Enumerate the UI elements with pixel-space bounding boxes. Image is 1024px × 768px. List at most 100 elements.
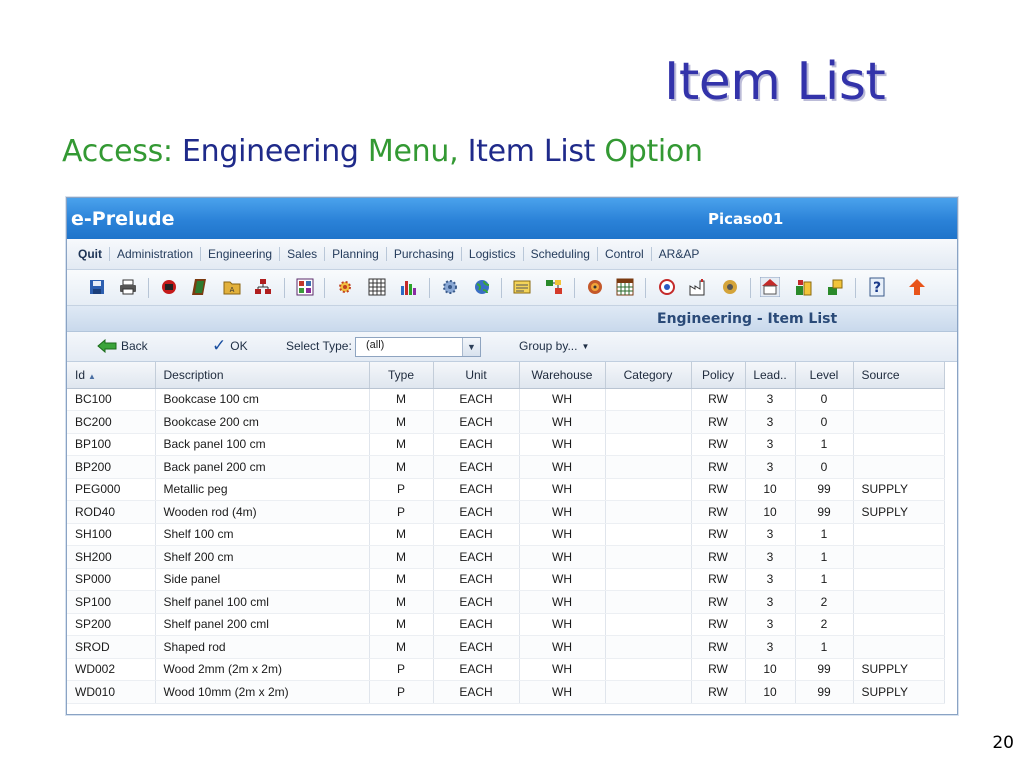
- help-icon[interactable]: ?: [867, 277, 887, 297]
- table-row[interactable]: WD010 Wood 10mm (2m x 2m) P EACH WH RW 10 99 SUP…: [67, 680, 945, 704]
- cell-description: Shelf 200 cm: [155, 545, 370, 569]
- save-icon[interactable]: [87, 277, 107, 297]
- cell-category: [605, 388, 692, 411]
- cell-source: [853, 433, 945, 456]
- page-number: 20: [992, 733, 1014, 753]
- cell-id: SH200: [67, 545, 156, 569]
- table-row[interactable]: SH200 Shelf 200 cm M EACH WH RW 3 1: [67, 545, 945, 569]
- column-header-source[interactable]: Source: [853, 362, 945, 389]
- factory-icon[interactable]: [688, 277, 708, 297]
- stack-icon[interactable]: [825, 277, 845, 297]
- table-row[interactable]: BC200 Bookcase 200 cm M EACH WH RW 3 0: [67, 410, 945, 434]
- cell-id: SP200: [67, 613, 156, 636]
- table-row[interactable]: BP200 Back panel 200 cm M EACH WH RW 3 0: [67, 455, 945, 479]
- cell-warehouse: WH: [519, 388, 606, 411]
- section-title: Engineering - Item List: [657, 311, 838, 327]
- menu-item-arap[interactable]: AR&AP: [652, 247, 707, 261]
- cell-lead: 3: [745, 388, 796, 411]
- cell-type: M: [369, 523, 434, 546]
- cell-type: M: [369, 388, 434, 411]
- hierarchy-icon[interactable]: [253, 277, 273, 297]
- table-row[interactable]: SP100 Shelf panel 100 cml M EACH WH RW 3 2: [67, 590, 945, 614]
- cell-description: Shaped rod: [155, 635, 370, 659]
- cell-type: M: [369, 613, 434, 636]
- cell-id: SROD: [67, 635, 156, 659]
- cell-type: M: [369, 433, 434, 456]
- blocks-icon[interactable]: [794, 277, 814, 297]
- table-row[interactable]: SH100 Shelf 100 cm M EACH WH RW 3 1: [67, 523, 945, 546]
- column-header-warehouse[interactable]: Warehouse: [519, 362, 606, 389]
- cell-source: [853, 590, 945, 614]
- cell-warehouse: WH: [519, 478, 606, 501]
- cell-unit: EACH: [433, 500, 520, 524]
- cell-category: [605, 658, 692, 681]
- menu-item-scheduling[interactable]: Scheduling: [524, 247, 598, 261]
- chevron-down-icon[interactable]: ▼: [462, 338, 480, 356]
- cell-warehouse: WH: [519, 410, 606, 434]
- cell-warehouse: WH: [519, 500, 606, 524]
- bar-chart-icon[interactable]: [398, 277, 418, 297]
- column-header-type[interactable]: Type: [369, 362, 434, 389]
- table-row[interactable]: SROD Shaped rod M EACH WH RW 3 1: [67, 635, 945, 659]
- menu-item-logistics[interactable]: Logistics: [462, 247, 524, 261]
- select-type-dropdown[interactable]: (all) ▼: [355, 337, 481, 357]
- group-by-button[interactable]: Group by... ▼: [519, 339, 589, 353]
- subtitle-menu-word: Menu,: [367, 134, 459, 169]
- cell-unit: EACH: [433, 680, 520, 704]
- disc-icon[interactable]: [585, 277, 605, 297]
- group-by-label: Group by...: [519, 339, 578, 353]
- upload-icon[interactable]: [907, 277, 927, 297]
- column-header-category[interactable]: Category: [605, 362, 692, 389]
- table-row[interactable]: SP000 Side panel M EACH WH RW 3 1: [67, 568, 945, 591]
- matrix-icon[interactable]: [295, 277, 315, 297]
- gear-icon[interactable]: [335, 277, 355, 297]
- cell-policy: RW: [691, 523, 746, 546]
- cell-source: [853, 613, 945, 636]
- folder-icon[interactable]: A: [222, 277, 242, 297]
- column-header-policy[interactable]: Policy: [691, 362, 746, 389]
- ok-button[interactable]: ✓ OK: [212, 336, 248, 356]
- cell-lead: 3: [745, 410, 796, 434]
- checkmark-icon: ✓: [212, 336, 227, 356]
- menu-item-engineering[interactable]: Engineering: [201, 247, 281, 261]
- back-button[interactable]: Back: [97, 339, 148, 353]
- column-header-level[interactable]: Level: [795, 362, 854, 389]
- column-header-lead[interactable]: Lead..: [745, 362, 796, 389]
- globe-icon[interactable]: [472, 277, 492, 297]
- column-header-description[interactable]: Description: [155, 362, 370, 389]
- menu-item-purchasing[interactable]: Purchasing: [387, 247, 462, 261]
- table-row[interactable]: WD002 Wood 2mm (2m x 2m) P EACH WH RW 10 99 SUPP…: [67, 658, 945, 681]
- table-row[interactable]: ROD40 Wooden rod (4m) P EACH WH RW 10 99 SUPPLY: [67, 500, 945, 524]
- workflow-icon[interactable]: [544, 277, 564, 297]
- cell-type: M: [369, 590, 434, 614]
- cell-unit: EACH: [433, 523, 520, 546]
- home-icon[interactable]: [760, 277, 780, 297]
- note-icon[interactable]: [512, 277, 532, 297]
- column-header-id[interactable]: Id ▲: [67, 362, 156, 389]
- menu-item-planning[interactable]: Planning: [325, 247, 387, 261]
- cd-icon[interactable]: [720, 277, 740, 297]
- cell-level: 1: [795, 433, 854, 456]
- calendar-icon[interactable]: [615, 277, 635, 297]
- cell-level: 0: [795, 410, 854, 434]
- table-row[interactable]: SP200 Shelf panel 200 cml M EACH WH RW 3 2: [67, 613, 945, 636]
- table-row[interactable]: PEG000 Metallic peg P EACH WH RW 10 99 SUPPLY: [67, 478, 945, 501]
- cell-id: SH100: [67, 523, 156, 546]
- target-icon[interactable]: [657, 277, 677, 297]
- print-icon[interactable]: [118, 277, 138, 297]
- cell-source: [853, 455, 945, 479]
- menu-item-quit[interactable]: Quit: [71, 247, 110, 261]
- cell-policy: RW: [691, 410, 746, 434]
- menu-item-administration[interactable]: Administration: [110, 247, 202, 261]
- import-icon[interactable]: [159, 277, 179, 297]
- menu-item-control[interactable]: Control: [598, 247, 652, 261]
- table-row[interactable]: BC100 Bookcase 100 cm M EACH WH RW 3 0: [67, 388, 945, 411]
- grid-icon[interactable]: [367, 277, 387, 297]
- document-icon[interactable]: [189, 277, 209, 297]
- table-row[interactable]: BP100 Back panel 100 cm M EACH WH RW 3 1: [67, 433, 945, 456]
- column-header-unit[interactable]: Unit: [433, 362, 520, 389]
- select-type-value: (all): [366, 339, 385, 351]
- menu-item-sales[interactable]: Sales: [280, 247, 326, 261]
- settings-icon[interactable]: [440, 277, 460, 297]
- ok-label: OK: [230, 339, 248, 353]
